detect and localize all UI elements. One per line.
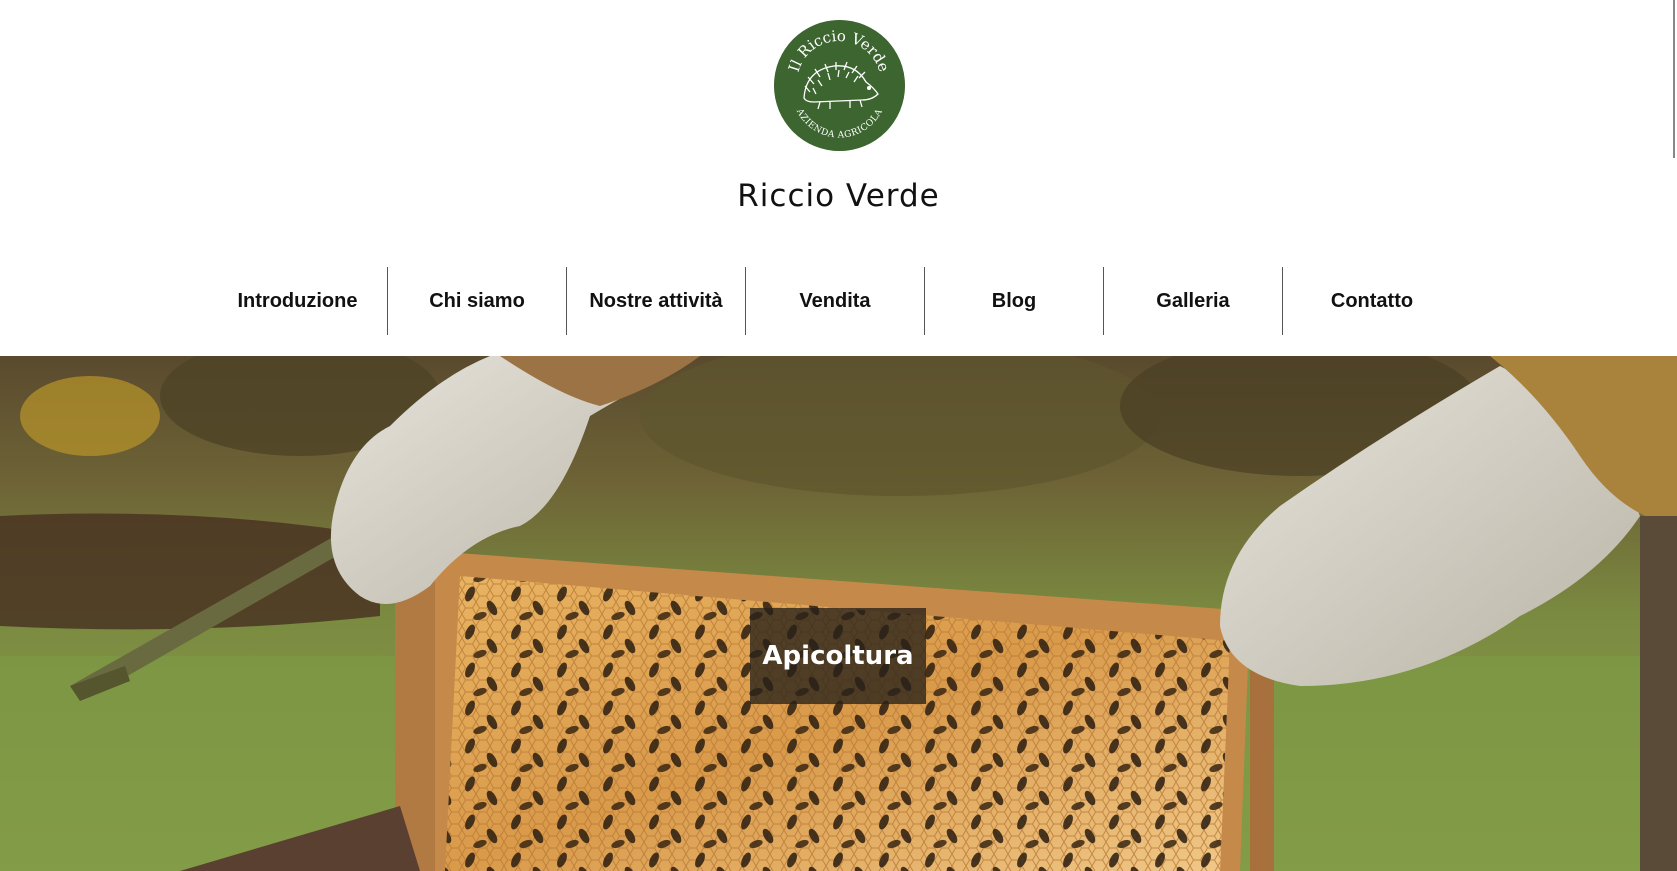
nav-item-introduzione[interactable]: Introduzione — [208, 267, 387, 335]
nav-item-vendita[interactable]: Vendita — [745, 267, 924, 335]
nav-item-galleria[interactable]: Galleria — [1103, 267, 1282, 335]
site-logo[interactable]: Il Riccio Verde AZIENDA AGRICOLA — [774, 20, 905, 151]
main-navigation: Introduzione Chi siamo Nostre attività V… — [208, 267, 1461, 335]
hero-caption-apicoltura[interactable]: Apicoltura — [750, 608, 926, 704]
nav-item-chi-siamo[interactable]: Chi siamo — [387, 267, 566, 335]
scrollbar[interactable] — [1673, 0, 1675, 158]
site-title[interactable]: Riccio Verde — [0, 178, 1677, 214]
nav-item-contatto[interactable]: Contatto — [1282, 267, 1461, 335]
site-header: Il Riccio Verde AZIENDA AGRICOLA Riccio … — [0, 0, 1677, 356]
nav-item-nostre-attivita[interactable]: Nostre attività — [566, 267, 745, 335]
nav-item-blog[interactable]: Blog — [924, 267, 1103, 335]
